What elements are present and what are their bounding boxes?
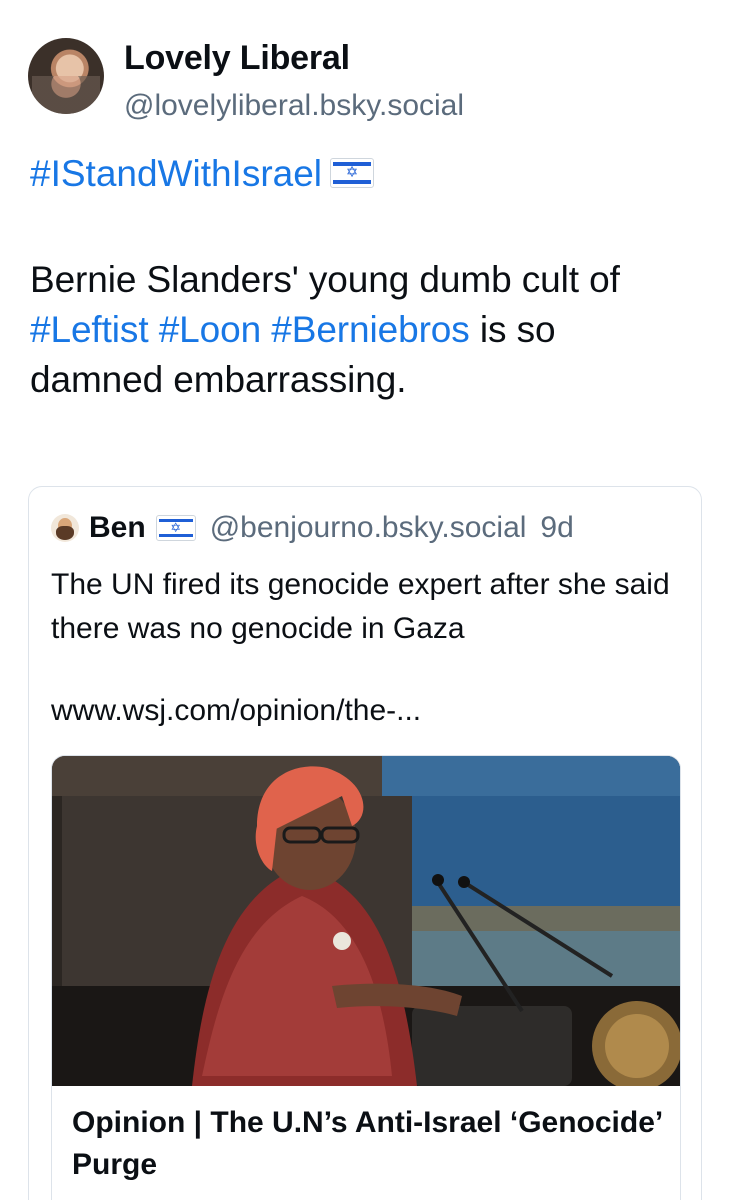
author-handle[interactable]: @lovelyliberal.bsky.social xyxy=(124,86,464,126)
hashtag-loon[interactable]: #Loon xyxy=(159,309,261,350)
hashtag-istandwithisrael[interactable]: #IStandWithIsrael xyxy=(30,153,322,194)
link-card-title: Opinion | The U.N’s Anti-Israel ‘Genocid… xyxy=(72,1106,662,1181)
quoted-post-time: 9d xyxy=(540,511,574,544)
hashtag-leftist[interactable]: #Leftist xyxy=(30,309,149,350)
post-body-space xyxy=(149,309,159,350)
post-body-text: Bernie Slanders' young dumb cult of xyxy=(30,259,620,300)
link-card[interactable]: Opinion | The U.N’s Anti-Israel ‘Genocid… xyxy=(51,755,681,1200)
israel-flag-icon: ✡ xyxy=(155,515,196,541)
post-author[interactable]: Lovely Liberal @lovelyliberal.bsky.socia… xyxy=(28,38,464,126)
israel-flag-icon: ✡ xyxy=(330,158,375,189)
hashtag-berniebros[interactable]: #Berniebros xyxy=(271,309,470,350)
author-display-name[interactable]: Lovely Liberal xyxy=(124,38,464,78)
author-avatar[interactable] xyxy=(28,38,104,114)
post-body: Bernie Slanders' young dumb cult of #Lef… xyxy=(30,255,670,405)
link-card-image xyxy=(52,756,680,1086)
quoted-author-name[interactable]: Ben xyxy=(89,511,146,545)
post-body-space xyxy=(261,309,271,350)
quoted-author-avatar[interactable] xyxy=(51,514,79,542)
quoted-post-header: Ben ✡ @benjourno.bsky.social 9d xyxy=(51,511,574,545)
post-view: Lovely Liberal @lovelyliberal.bsky.socia… xyxy=(0,0,731,1200)
quoted-post-link[interactable]: www.wsj.com/opinion/the-... xyxy=(51,691,421,731)
author-names: Lovely Liberal @lovelyliberal.bsky.socia… xyxy=(124,38,464,126)
quoted-post[interactable]: Ben ✡ @benjourno.bsky.social 9d The UN f… xyxy=(28,486,702,1200)
quoted-author-handle[interactable]: @benjourno.bsky.social xyxy=(210,511,527,545)
quoted-post-text: The UN fired its genocide expert after s… xyxy=(51,568,670,645)
hashtag-line: #IStandWithIsrael ✡ xyxy=(30,150,375,198)
